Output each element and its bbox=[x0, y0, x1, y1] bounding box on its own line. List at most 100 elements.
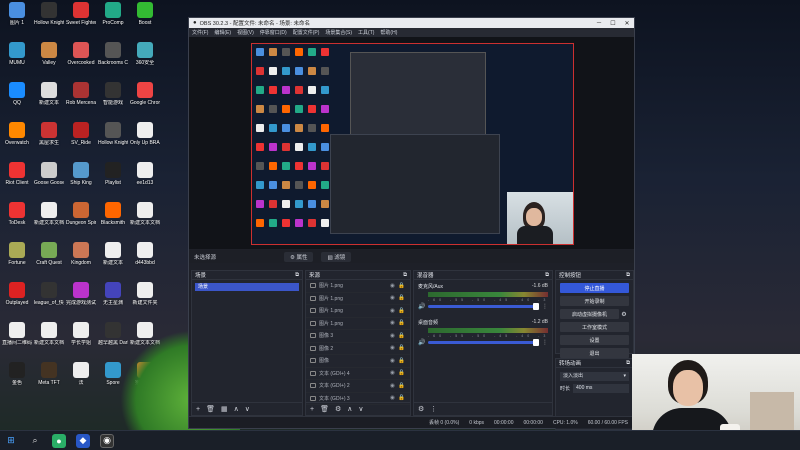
desktop-icon[interactable]: Dungeon Spirits bbox=[66, 202, 96, 234]
browser-icon[interactable]: ◆ bbox=[76, 433, 90, 448]
properties-button[interactable]: ⚙ 属性 bbox=[284, 251, 314, 262]
remove-source-icon[interactable]: 🗑 bbox=[320, 405, 329, 413]
desktop-icon[interactable]: 图片 1 bbox=[2, 2, 32, 34]
desktop-icon[interactable]: Kingdom bbox=[66, 242, 96, 274]
visibility-icon[interactable]: ◉ bbox=[388, 283, 397, 289]
close-icon[interactable]: ✕ bbox=[620, 20, 634, 27]
preview-canvas[interactable] bbox=[189, 37, 634, 249]
visibility-icon[interactable]: ◉ bbox=[388, 308, 397, 314]
desktop-icon[interactable]: 新建文本文档 bbox=[34, 322, 64, 354]
source-row[interactable]: 文本 (GDI+) 4 ◉ 🔒 bbox=[306, 368, 410, 380]
move-down-icon[interactable]: ∨ bbox=[358, 405, 363, 413]
desktop-icon[interactable]: Valley bbox=[34, 42, 64, 74]
menu-item[interactable]: 帮助(H) bbox=[380, 29, 397, 36]
remove-scene-icon[interactable]: 🗑 bbox=[206, 405, 215, 413]
desktop-icon[interactable]: league_of_快捷方式 bbox=[34, 282, 64, 314]
desktop-icon[interactable]: 直播间二维码 bbox=[2, 322, 32, 354]
desktop-icon[interactable]: ee1d13 bbox=[130, 162, 160, 194]
search-icon[interactable]: ⌕ bbox=[28, 434, 42, 448]
desktop-icon[interactable]: 法 bbox=[66, 362, 96, 394]
source-row[interactable]: 图片 1.png ◉ 🔒 bbox=[306, 318, 410, 330]
desktop-icon[interactable]: 新建文本文档 bbox=[34, 202, 64, 234]
desktop-icon[interactable]: Sweet Fighter bbox=[66, 2, 96, 34]
visibility-icon[interactable]: ◉ bbox=[388, 295, 397, 301]
desktop-icon[interactable]: MUMU bbox=[2, 42, 32, 74]
undock-icon[interactable]: ⧉ bbox=[403, 272, 407, 279]
minimize-icon[interactable]: ─ bbox=[592, 20, 606, 26]
desktop-icon[interactable]: 新建文件夹 bbox=[130, 282, 160, 314]
add-scene-icon[interactable]: + bbox=[196, 406, 200, 413]
scene-filter-icon[interactable]: ▦ bbox=[221, 405, 228, 413]
desktop-icon[interactable]: 新建文本 bbox=[98, 242, 128, 274]
desktop-icon[interactable]: d443bbd bbox=[130, 242, 160, 274]
desktop-icon[interactable]: Riot Client bbox=[2, 162, 32, 194]
volume-slider[interactable] bbox=[428, 339, 539, 346]
desktop-icon[interactable]: Hollow Knight bbox=[34, 2, 64, 34]
visibility-icon[interactable]: ◉ bbox=[388, 345, 397, 351]
volume-slider[interactable] bbox=[428, 303, 539, 310]
title-bar[interactable]: ● OBS 30.2.3 - 配置文件: 未命名 - 场景: 未命名 ─ ☐ ✕ bbox=[189, 18, 634, 28]
desktop-icon[interactable]: Google Chrome bbox=[130, 82, 160, 114]
windows-start-icon[interactable]: ⊞ bbox=[4, 434, 18, 448]
desktop-icon[interactable]: Ship King bbox=[66, 162, 96, 194]
speaker-icon[interactable]: 🔊 bbox=[418, 339, 425, 346]
source-settings-icon[interactable]: ⚙ bbox=[335, 405, 341, 413]
source-row[interactable]: 图片 1.png ◉ 🔒 bbox=[306, 280, 410, 293]
slider-knob[interactable] bbox=[533, 339, 539, 346]
menu-item[interactable]: 停靠窗口(D) bbox=[260, 29, 287, 36]
visibility-icon[interactable]: ◉ bbox=[388, 358, 397, 364]
source-row[interactable]: 图像 2 ◉ 🔒 bbox=[306, 343, 410, 355]
undock-icon[interactable]: ⧉ bbox=[545, 272, 549, 279]
desktop-icon[interactable]: ProComp bbox=[98, 2, 128, 34]
desktop-icon[interactable]: QQ bbox=[2, 82, 32, 114]
desktop-icon[interactable]: 新建文本 bbox=[34, 82, 64, 114]
desktop-icon[interactable]: 360安全 bbox=[130, 42, 160, 74]
visibility-icon[interactable]: ◉ bbox=[388, 383, 397, 389]
undock-icon[interactable]: ⧉ bbox=[295, 272, 299, 279]
menu-item[interactable]: 场景集合(S) bbox=[325, 29, 352, 36]
desktop-icon[interactable]: Meta TFT bbox=[34, 362, 64, 394]
visibility-icon[interactable]: ◉ bbox=[388, 395, 397, 401]
desktop-icon[interactable]: Hollow Knight bbox=[98, 122, 128, 154]
desktop-icon[interactable]: 金色 bbox=[2, 362, 32, 394]
lock-icon[interactable]: 🔒 bbox=[397, 333, 406, 339]
desktop-icon[interactable]: Craft Quest bbox=[34, 242, 64, 274]
move-down-icon[interactable]: ∨ bbox=[245, 405, 250, 413]
transition-select[interactable]: 淡入淡出 ▾ bbox=[560, 372, 629, 381]
scene-item[interactable]: 场景 bbox=[195, 283, 299, 291]
desktop-icon[interactable]: 学长学姐 bbox=[66, 322, 96, 354]
wechat-icon[interactable]: ● bbox=[52, 433, 66, 448]
desktop-icon[interactable]: ToDesk bbox=[2, 202, 32, 234]
channel-menu-icon[interactable]: ⋮ bbox=[542, 303, 548, 310]
move-up-icon[interactable]: ∧ bbox=[347, 405, 352, 413]
desktop-icon[interactable]: 智能游戏 bbox=[98, 82, 128, 114]
menu-item[interactable]: 工具(T) bbox=[358, 29, 374, 36]
source-row[interactable]: 图像 3 ◉ 🔒 bbox=[306, 330, 410, 343]
undock-icon[interactable]: ⧉ bbox=[626, 360, 630, 367]
menu-item[interactable]: 文件(F) bbox=[192, 29, 208, 36]
desktop-icon[interactable]: Backrooms Company bbox=[98, 42, 128, 74]
desktop-icon[interactable]: Only Up BRAINROT bbox=[130, 122, 160, 154]
desktop-icon[interactable]: Overcooked bbox=[66, 42, 96, 74]
channel-menu-icon[interactable]: ⋮ bbox=[542, 339, 548, 346]
desktop-icon[interactable]: Blacksmith bbox=[98, 202, 128, 234]
duration-input[interactable]: 400 ms bbox=[573, 384, 629, 393]
mixer-menu-icon[interactable]: ⋮ bbox=[430, 405, 437, 413]
desktop-icon[interactable]: Goose Goose Duck bbox=[34, 162, 64, 194]
studio-mode-button[interactable]: 工作室模式 bbox=[560, 322, 629, 332]
speaker-icon[interactable]: 🔊 bbox=[418, 303, 425, 310]
lock-icon[interactable]: 🔒 bbox=[397, 383, 406, 389]
advanced-audio-icon[interactable]: ⚙ bbox=[418, 405, 424, 413]
visibility-icon[interactable]: ◉ bbox=[388, 370, 397, 376]
source-row[interactable]: 图片 1.png ◉ 🔒 bbox=[306, 305, 410, 318]
desktop-icon[interactable]: 黑屋求生 bbox=[34, 122, 64, 154]
lock-icon[interactable]: 🔒 bbox=[397, 308, 406, 314]
desktop-icon[interactable]: Fortune bbox=[2, 242, 32, 274]
lock-icon[interactable]: 🔒 bbox=[397, 395, 406, 401]
desktop-icon[interactable]: Overwatch bbox=[2, 122, 32, 154]
desktop-icon[interactable]: Playlist bbox=[98, 162, 128, 194]
stop-streaming-button[interactable]: 停止直播 bbox=[560, 283, 629, 293]
desktop-icon[interactable]: Outplayed bbox=[2, 282, 32, 314]
undock-icon[interactable]: ⧉ bbox=[626, 272, 630, 279]
gear-icon[interactable]: ⚙ bbox=[619, 311, 629, 318]
